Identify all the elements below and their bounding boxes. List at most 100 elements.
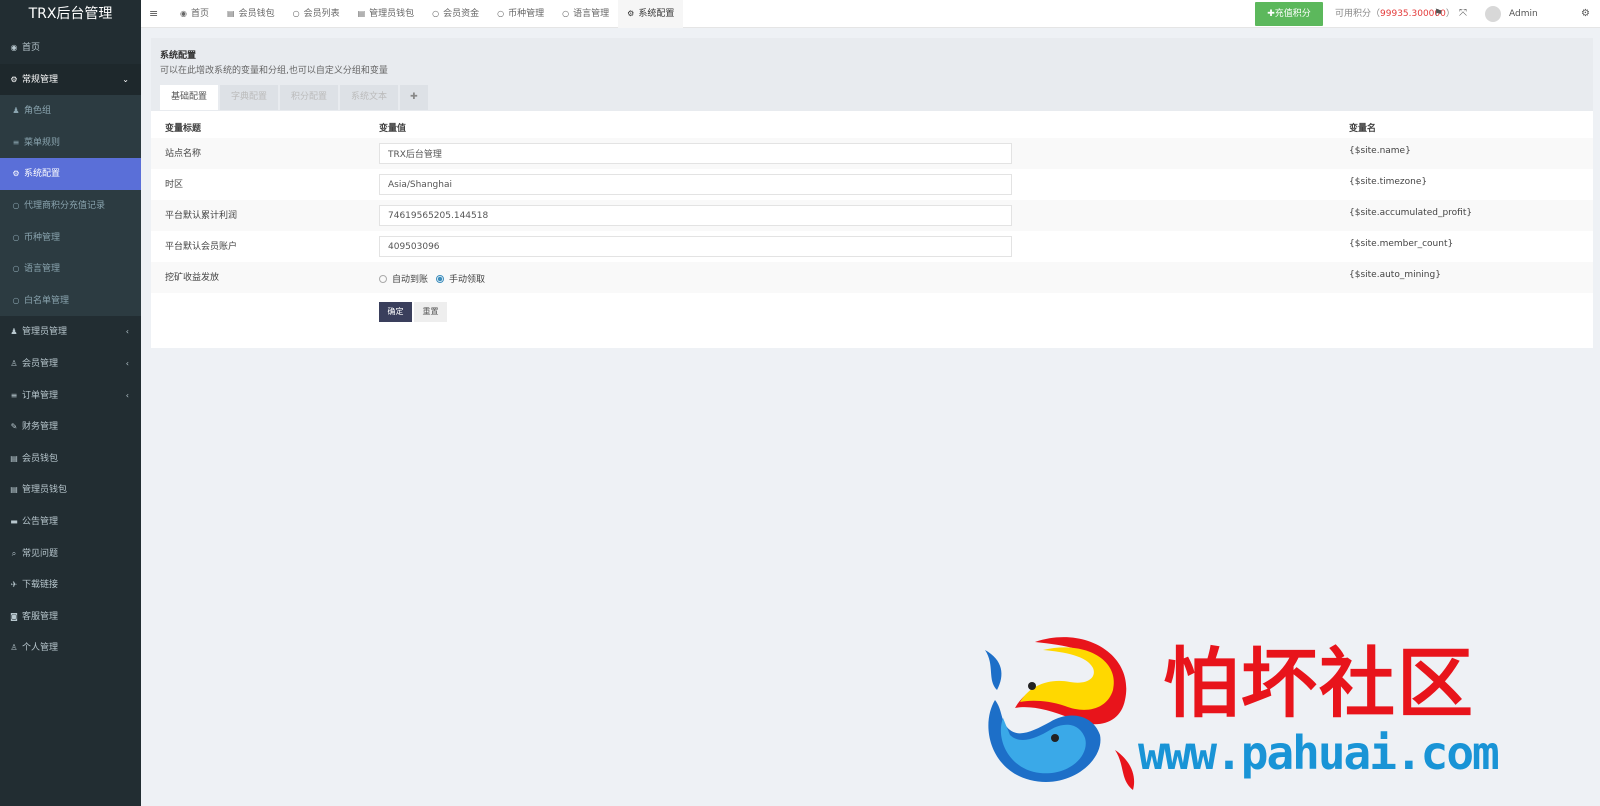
chat-icon: ◙ — [10, 611, 18, 621]
fish-logo-icon — [985, 637, 1135, 790]
top-tab[interactable]: ◉ 首页 — [171, 0, 218, 28]
list-icon: ≡ — [10, 390, 18, 400]
mining-radio-group: 自动到账 手动领取 — [379, 272, 493, 285]
sidebar-item-label: 系统配置 — [24, 169, 61, 180]
dashboard-icon: ◉ — [180, 9, 187, 18]
avatar[interactable] — [1485, 6, 1501, 22]
sidebar-item[interactable]: ♙ 会员管理 ‹ — [0, 348, 141, 380]
table-row: 时区 {$site.timezone} — [151, 169, 1593, 200]
tab-points[interactable]: 积分配置 — [280, 85, 339, 110]
circle-icon: ○ — [292, 9, 300, 18]
top-tab[interactable]: ⚙ 系统配置 — [618, 0, 684, 28]
sidebar-item-label: 代理商积分充值记录 — [24, 200, 106, 211]
tab-dictionary[interactable]: 字典配置 — [220, 85, 279, 110]
top-tab[interactable]: ○ 会员列表 — [284, 0, 349, 28]
app-logo[interactable]: TRX后台管理 — [0, 0, 141, 30]
sidebar-item[interactable]: ▤ 会员钱包 — [0, 443, 141, 475]
sidebar-item-label: 管理员钱包 — [22, 485, 68, 496]
user-icon: ♙ — [10, 358, 18, 368]
radio-manual[interactable] — [436, 274, 445, 283]
sidebar-item[interactable]: ≡ 菜单规则 — [0, 126, 141, 159]
top-tab[interactable]: ▤ 会员钱包 — [218, 0, 284, 28]
sidebar-item-label: 财务管理 — [22, 422, 59, 433]
recharge-points-button[interactable]: ✚充值积分 — [1255, 2, 1323, 26]
radio-auto-label[interactable]: 自动到账 — [392, 272, 428, 285]
group-icon: ♟ — [12, 106, 20, 116]
dashboard-icon: ◉ — [10, 43, 18, 52]
bars-icon: ≡ — [12, 137, 20, 147]
sidebar-item-label: 币种管理 — [24, 232, 61, 243]
sidebar-item[interactable]: ⚙ 系统配置 — [0, 158, 141, 190]
circle-icon: ○ — [497, 9, 505, 18]
sidebar-item-label: 常见问题 — [22, 548, 59, 559]
row-title: 平台默认会员账户 — [165, 242, 238, 252]
sidebar-item[interactable]: ✈ 下载链接 — [0, 569, 141, 601]
page-subtitle: 可以在此增改系统的变量和分组,也可以自定义分组和变量 — [160, 66, 388, 76]
top-tab[interactable]: ○ 币种管理 — [488, 0, 553, 28]
sidebar-item[interactable]: ◉ 首页 — [0, 32, 141, 64]
row-title: 站点名称 — [165, 149, 202, 159]
tab-basic[interactable]: 基础配置 — [160, 85, 219, 110]
tab-system-text[interactable]: 系统文本 — [340, 85, 399, 110]
sidebar-item[interactable]: ✎ 财务管理 — [0, 411, 141, 443]
sidebar-item[interactable]: ○ 白名单管理 — [0, 284, 141, 317]
top-tab-label: 会员列表 — [303, 9, 340, 19]
circle-icon: ○ — [12, 200, 20, 210]
site-name-input[interactable] — [379, 143, 1012, 164]
menu-toggle-icon[interactable]: ≡ — [149, 7, 158, 20]
sidebar-item[interactable]: ♟ 管理员管理 ‹ — [0, 316, 141, 348]
table-header: 变量标题 变量值 变量名 — [151, 111, 1593, 138]
sidebar-item[interactable]: ▬ 公告管理 — [0, 506, 141, 538]
sidebar-item[interactable]: ◙ 客服管理 — [0, 601, 141, 633]
sidebar-item[interactable]: ⚙ 常规管理 ⌄ — [0, 63, 141, 96]
chevron-icon: ‹ — [125, 358, 129, 368]
row-var-name: {$site.auto_mining} — [1349, 270, 1441, 280]
user-name[interactable]: Admin — [1509, 0, 1538, 28]
reset-button[interactable]: 重置 — [414, 302, 447, 322]
add-tab-button[interactable]: ✚ — [400, 85, 428, 110]
top-navbar: ≡ ◉ 首页 ▤ 会员钱包 ○ 会员列表 ▤ 管理员钱包 ○ 会员资金 ○ 币种管理 ○ 语言管理 ⚙ 系统配… — [141, 0, 1600, 28]
sidebar-item-label: 公告管理 — [22, 516, 59, 527]
card-icon: ▬ — [10, 516, 18, 526]
sidebar-item[interactable]: ⌕ 常见问题 — [0, 538, 141, 570]
sidebar-item[interactable]: ○ 代理商积分充值记录 — [0, 189, 141, 222]
sidebar-item[interactable]: ▤ 管理员钱包 — [0, 474, 141, 506]
gear-icon: ⚙ — [627, 9, 635, 18]
circle-icon: ○ — [12, 295, 20, 305]
sidebar: TRX后台管理 ◉ 首页 ⚙ 常规管理 ⌄ ♟ 角色组 ≡ 菜单规则 ⚙ 系统配置 ○ 代理商积分充值记… — [0, 0, 141, 806]
balance-close: ） — [1445, 9, 1455, 19]
sidebar-item-label: 菜单规则 — [24, 137, 61, 148]
sidebar-item[interactable]: ○ 币种管理 — [0, 221, 141, 254]
radio-auto[interactable] — [379, 274, 387, 283]
circle-icon: ○ — [562, 9, 570, 18]
sidebar-item-label: 管理员管理 — [22, 327, 68, 338]
table-row: 站点名称 {$site.name} — [151, 138, 1593, 169]
table-icon: ▤ — [357, 9, 366, 18]
accumulated-profit-input[interactable] — [379, 205, 1012, 226]
radio-manual-label[interactable]: 手动领取 — [449, 272, 485, 285]
top-tab[interactable]: ○ 会员资金 — [423, 0, 488, 28]
edit-icon: ✎ — [10, 422, 18, 432]
row-var-name: {$site.name} — [1349, 146, 1411, 156]
circle-icon: ○ — [12, 232, 20, 242]
sidebar-item[interactable]: ○ 语言管理 — [0, 253, 141, 285]
sidebar-item[interactable]: ♟ 角色组 — [0, 95, 141, 127]
top-tab[interactable]: ▤ 管理员钱包 — [349, 0, 424, 28]
top-tab[interactable]: ○ 语言管理 — [553, 0, 618, 28]
header-name: 变量名 — [1349, 124, 1377, 134]
chevron-icon: ‹ — [125, 327, 129, 337]
table-row: 平台默认会员账户 {$site.member_count} — [151, 231, 1593, 262]
fullscreen-icon[interactable]: ⤧ — [1459, 0, 1467, 28]
settings-gear-icon[interactable]: ⚙ — [1581, 0, 1590, 28]
plane-icon: ✈ — [10, 580, 18, 590]
sidebar-item-label: 会员管理 — [22, 358, 59, 369]
table-icon: ▤ — [227, 9, 235, 18]
flag-icon[interactable]: ⚑ — [1434, 0, 1443, 28]
member-count-input[interactable] — [379, 236, 1012, 257]
sidebar-item[interactable]: ♙ 个人管理 — [0, 632, 141, 664]
sidebar-item[interactable]: ≡ 订单管理 ‹ — [0, 380, 141, 412]
submit-button[interactable]: 确定 — [379, 302, 412, 322]
config-tabs: 基础配置 字典配置 积分配置 系统文本 ✚ — [160, 85, 1584, 110]
page-title: 系统配置 — [160, 51, 197, 61]
timezone-input[interactable] — [379, 174, 1012, 195]
